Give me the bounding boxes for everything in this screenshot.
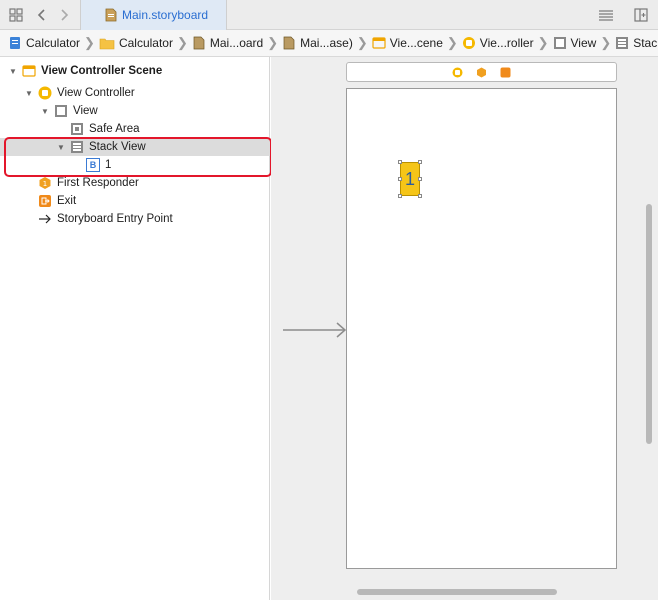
entry-point-arrow-icon[interactable]: [283, 322, 349, 338]
breadcrumb-view-controller[interactable]: Vie...roller: [462, 36, 534, 50]
back-arrow-icon[interactable]: [34, 7, 50, 23]
outline-label: First Responder: [57, 177, 139, 189]
breadcrumb-storyboard[interactable]: Mai...oard: [192, 36, 263, 50]
disclosure-triangle-icon[interactable]: ▼: [24, 88, 34, 98]
storyboard-file-icon: [283, 36, 295, 50]
breadcrumb-storyboard-base[interactable]: Mai...ase): [282, 36, 353, 50]
breadcrumb-label: Calculator: [26, 36, 81, 50]
outline-label: View Controller Scene: [41, 65, 163, 77]
grid-icon[interactable]: [8, 7, 24, 23]
project-icon: [10, 37, 20, 49]
arrow-right-icon: [39, 214, 51, 224]
resize-handle[interactable]: [398, 177, 402, 181]
tab-label: Main.storyboard: [122, 8, 209, 22]
chevron-right-icon: ❯: [446, 35, 458, 50]
outline-row-safe-area[interactable]: Safe Area: [0, 120, 270, 138]
storyboard-file-icon: [193, 36, 205, 50]
document-outline: ▼ View Controller Scene ▼ View Controlle…: [0, 57, 272, 600]
first-responder-icon[interactable]: [476, 67, 487, 78]
resize-handle[interactable]: [418, 194, 422, 198]
scene-dock: [346, 62, 617, 82]
breadcrumb-project[interactable]: Calculator: [8, 36, 80, 50]
breadcrumb-view[interactable]: View: [553, 36, 597, 50]
outline-row-scene[interactable]: ▼ View Controller Scene: [0, 62, 270, 80]
resize-handle[interactable]: [418, 177, 422, 181]
chevron-right-icon: ❯: [356, 35, 368, 50]
view-controller-icon: [38, 86, 52, 100]
breadcrumb-label: Vie...cene: [389, 36, 443, 50]
storyboard-file-icon: [105, 8, 117, 22]
add-editor-icon[interactable]: [633, 7, 649, 23]
disclosure-triangle-icon[interactable]: ▼: [40, 106, 50, 116]
breadcrumb-label: Calculator: [118, 36, 173, 50]
vertical-scrollbar[interactable]: [646, 204, 652, 444]
scene-icon: [372, 37, 386, 49]
view-controller-icon: [462, 37, 475, 49]
view-icon: [55, 105, 67, 117]
disclosure-triangle-icon[interactable]: ▼: [8, 66, 18, 76]
jump-bar: Calculator ❯ Calculator ❯ Mai...oard ❯ M…: [0, 30, 658, 57]
stack-view-element[interactable]: 1: [398, 160, 422, 198]
exit-icon: [39, 195, 51, 207]
tab-main-storyboard[interactable]: Main.storyboard: [80, 0, 227, 30]
breadcrumb-label: Vie...roller: [479, 36, 534, 50]
svg-text:1: 1: [43, 180, 47, 188]
breadcrumb-label: View: [570, 36, 597, 50]
breadcrumb-scene[interactable]: Vie...cene: [372, 36, 443, 50]
view-controller-icon[interactable]: [452, 67, 463, 78]
scene-icon: [22, 65, 36, 77]
view-icon: [553, 37, 566, 49]
outline-label: View Controller: [57, 87, 135, 99]
button-label: 1: [404, 168, 415, 189]
chevron-right-icon: ❯: [600, 35, 612, 50]
breadcrumb-label: Mai...oard: [209, 36, 264, 50]
breadcrumb-label: Stack View: [633, 36, 658, 50]
outline-row-entry-point[interactable]: Storyboard Entry Point: [0, 210, 270, 228]
outline-label: Safe Area: [89, 123, 140, 135]
resize-handle[interactable]: [418, 160, 422, 164]
chevron-right-icon: ❯: [176, 35, 188, 50]
chevron-right-icon: ❯: [267, 35, 279, 50]
outline-row-view-controller[interactable]: ▼ View Controller: [0, 84, 270, 102]
stack-view-icon: [616, 37, 629, 49]
storyboard-canvas[interactable]: 1: [271, 57, 658, 600]
folder-icon: [99, 38, 115, 50]
resize-handle[interactable]: [398, 160, 402, 164]
selection-highlight-box: [4, 137, 272, 177]
outline-row-view[interactable]: ▼ View: [0, 102, 270, 120]
chevron-right-icon: ❯: [537, 35, 549, 50]
outline-label: Storyboard Entry Point: [57, 213, 173, 225]
chevron-right-icon: ❯: [84, 35, 95, 50]
exit-icon[interactable]: [500, 67, 511, 78]
first-responder-icon: 1: [39, 177, 51, 189]
forward-arrow-icon[interactable]: [56, 7, 72, 23]
breadcrumb-stack-view[interactable]: Stack View: [615, 36, 658, 50]
outline-row-exit[interactable]: Exit: [0, 192, 270, 210]
tab-bar: Main.storyboard: [0, 0, 658, 30]
safe-area-icon: [71, 123, 83, 135]
device-view[interactable]: 1: [346, 88, 617, 569]
outline-label: Exit: [57, 195, 77, 207]
breadcrumb-folder[interactable]: Calculator: [99, 36, 173, 50]
breadcrumb-label: Mai...ase): [300, 36, 353, 50]
horizontal-scrollbar[interactable]: [357, 589, 557, 595]
resize-handle[interactable]: [398, 194, 402, 198]
outline-label: View: [73, 105, 98, 117]
menu-lines-icon[interactable]: [597, 7, 615, 23]
